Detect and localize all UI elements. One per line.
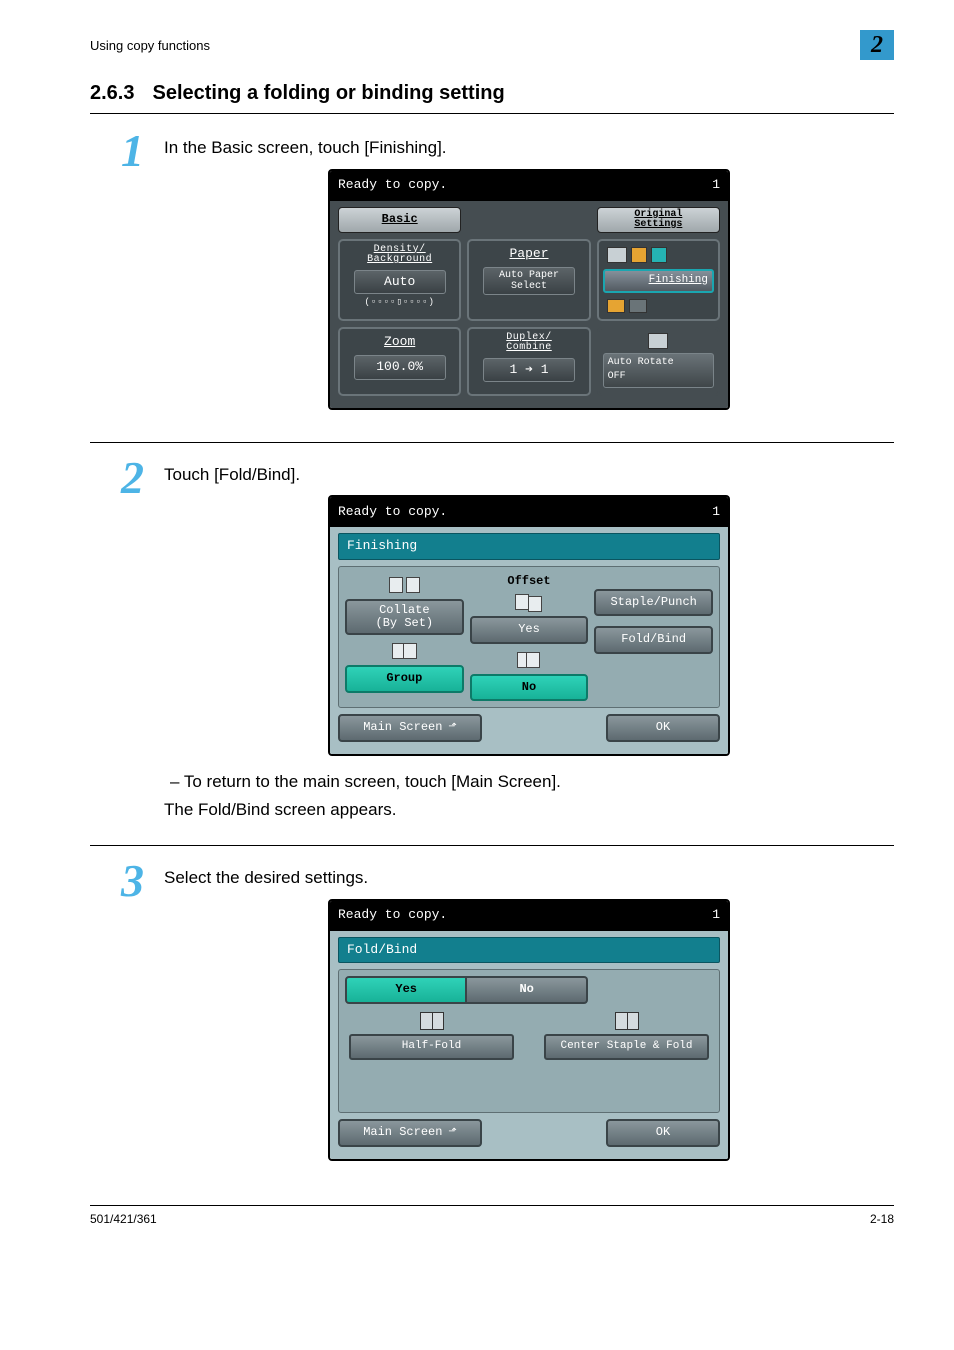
step-2: 2 Touch [Fold/Bind]. Ready to copy. 1 Fi… — [84, 459, 894, 827]
status-text: Ready to copy. — [338, 503, 447, 522]
ok-button[interactable]: OK — [606, 714, 720, 741]
half-fold-option: Half-Fold — [349, 1012, 514, 1060]
offset-yes-icon — [470, 592, 589, 612]
step-number: 2 — [84, 455, 144, 501]
stack-icon — [607, 299, 625, 313]
breadcrumb: Using copy functions — [90, 38, 210, 53]
footer-page: 2-18 — [870, 1212, 894, 1226]
paper-button[interactable]: Auto Paper Select — [483, 267, 575, 295]
main-screen-label: Main Screen — [363, 1124, 442, 1141]
section-title: 2.6.3 Selecting a folding or binding sett… — [90, 82, 894, 105]
step-3: 3 Select the desired settings. Ready to … — [84, 862, 894, 1175]
screenshot-finishing: Ready to copy. 1 Finishing Collate (By S… — [328, 495, 730, 755]
status-text: Ready to copy. — [338, 906, 447, 925]
group-button[interactable]: Group — [345, 665, 464, 692]
copy-count: 1 — [712, 176, 720, 195]
divider — [90, 442, 894, 443]
step-number: 3 — [84, 858, 144, 904]
density-header: Density/ Background — [344, 245, 455, 266]
collate-icon — [345, 575, 464, 595]
divider — [90, 113, 894, 114]
main-screen-label: Main Screen — [363, 719, 442, 736]
yes-button[interactable]: Yes — [345, 976, 467, 1003]
stack-icon-2 — [629, 299, 647, 313]
copy-count: 1 — [712, 906, 720, 925]
step-1-text: In the Basic screen, touch [Finishing]. — [164, 136, 894, 161]
density-button[interactable]: Auto — [354, 270, 446, 295]
density-indicator: (▫▫▫▫▯▫▫▫▫) — [344, 296, 455, 309]
divider — [90, 845, 894, 846]
up-arrow-icon: ⬏ — [448, 721, 456, 736]
page-footer: 501/421/361 2-18 — [90, 1205, 894, 1226]
offset-no-button[interactable]: No — [470, 674, 589, 701]
main-screen-button[interactable]: Main Screen ⬏ — [338, 1119, 482, 1146]
collate-button[interactable]: Collate (By Set) — [345, 599, 464, 635]
center-staple-icon — [615, 1012, 639, 1030]
offset-label: Offset — [470, 573, 589, 590]
section-heading: Selecting a folding or binding setting — [152, 82, 504, 104]
center-staple-option: Center Staple & Fold — [544, 1012, 709, 1060]
offset-no-icon — [470, 650, 589, 670]
main-screen-button[interactable]: Main Screen ⬏ — [338, 714, 482, 741]
fold-bind-button[interactable]: Fold/Bind — [594, 626, 713, 653]
finishing-button[interactable]: Finishing — [603, 269, 714, 293]
center-staple-button[interactable]: Center Staple & Fold — [544, 1034, 709, 1060]
paper-header: Paper — [473, 245, 584, 264]
up-arrow-icon: ⬏ — [448, 1126, 456, 1141]
offset-yes-button[interactable]: Yes — [470, 616, 589, 643]
staple-punch-button[interactable]: Staple/Punch — [594, 589, 713, 616]
offset-column: Offset Yes No — [470, 573, 589, 701]
zoom-header: Zoom — [344, 333, 455, 352]
step-number: 1 — [84, 128, 144, 174]
screenshot-basic: Ready to copy. 1 Basic Original Settings… — [328, 169, 730, 410]
doc-icon — [607, 247, 627, 263]
section-number: 2.6.3 — [90, 82, 134, 104]
screenshot-foldbind: Ready to copy. 1 Fold/Bind Yes No Ha — [328, 899, 730, 1161]
step-1: 1 In the Basic screen, touch [Finishing]… — [84, 132, 894, 424]
autorotate-button[interactable]: Auto Rotate OFF — [603, 353, 714, 388]
status-text: Ready to copy. — [338, 176, 447, 195]
zoom-cell[interactable]: Zoom 100.0% — [338, 327, 461, 396]
tab-basic[interactable]: Basic — [338, 207, 461, 233]
paper-cell[interactable]: Paper Auto Paper Select — [467, 239, 590, 321]
tab-original-settings[interactable]: Original Settings — [597, 207, 720, 233]
ok-button[interactable]: OK — [606, 1119, 720, 1146]
chapter-badge: 2 — [860, 30, 894, 60]
duplex-cell[interactable]: Duplex/ Combine 1 ➔ 1 — [467, 327, 590, 396]
step-2-text: Touch [Fold/Bind]. — [164, 463, 894, 488]
copy-count: 1 — [712, 503, 720, 522]
density-cell[interactable]: Density/ Background Auto (▫▫▫▫▯▫▫▫▫) — [338, 239, 461, 321]
subbar-finishing: Finishing — [338, 533, 720, 560]
autorotate-cell: Auto Rotate OFF — [597, 327, 720, 396]
orange-icon — [631, 247, 647, 263]
duplex-button[interactable]: 1 ➔ 1 — [483, 358, 575, 383]
duplex-header: Duplex/ Combine — [473, 333, 584, 354]
half-fold-icon — [420, 1012, 444, 1030]
autorotate-icon — [648, 333, 668, 349]
finishing-cell: Finishing — [597, 239, 720, 321]
right-column: Staple/Punch Fold/Bind — [594, 573, 713, 701]
step-2-note2: The Fold/Bind screen appears. — [164, 798, 894, 823]
group-icon — [345, 641, 464, 661]
footer-model: 501/421/361 — [90, 1212, 157, 1226]
no-button[interactable]: No — [467, 976, 587, 1003]
collate-column: Collate (By Set) Group — [345, 573, 464, 701]
step-2-note1: – To return to the main screen, touch [M… — [170, 770, 894, 795]
teal-icon — [651, 247, 667, 263]
subbar-foldbind: Fold/Bind — [338, 937, 720, 964]
half-fold-button[interactable]: Half-Fold — [349, 1034, 514, 1060]
finishing-icons — [603, 245, 714, 265]
step-3-text: Select the desired settings. — [164, 866, 894, 891]
zoom-button[interactable]: 100.0% — [354, 355, 446, 380]
